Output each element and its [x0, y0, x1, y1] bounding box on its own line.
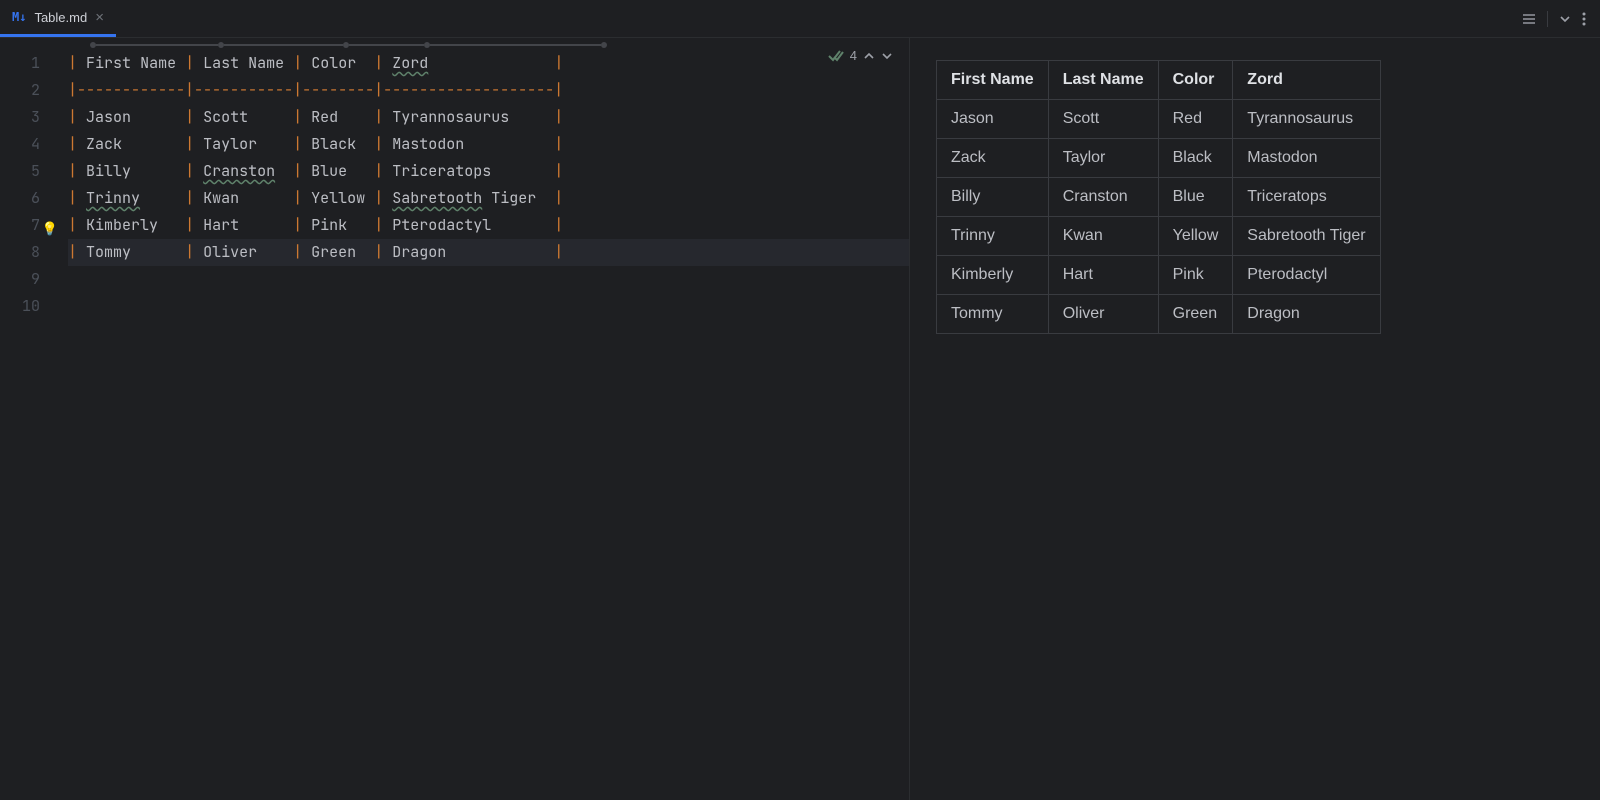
line-number: 3: [0, 104, 40, 131]
line-number: 2: [0, 77, 40, 104]
table-row: JasonScottRedTyrannosaurus: [937, 100, 1381, 139]
preview-table: First NameLast NameColorZord JasonScottR…: [936, 60, 1381, 334]
code-line[interactable]: | Kimberly | Hart | Pink | Pterodactyl |: [68, 212, 909, 239]
table-cell: Tommy: [937, 295, 1049, 334]
table-cell: Mastodon: [1233, 139, 1380, 178]
table-cell: Kimberly: [937, 256, 1049, 295]
tab-table-md[interactable]: M↓ Table.md ×: [0, 0, 116, 37]
line-number: 9: [0, 266, 40, 293]
editor-pane[interactable]: 4 1234567💡8910 | First Name | Last Name …: [0, 38, 910, 800]
table-row: TrinnyKwanYellowSabretooth Tiger: [937, 217, 1381, 256]
table-cell: Tyrannosaurus: [1233, 100, 1380, 139]
table-cell: Pterodactyl: [1233, 256, 1380, 295]
code-line[interactable]: | First Name | Last Name | Color | Zord …: [68, 50, 909, 77]
line-number: 5: [0, 158, 40, 185]
table-cell: Cranston: [1048, 178, 1158, 217]
table-cell: Billy: [937, 178, 1049, 217]
table-cell: Kwan: [1048, 217, 1158, 256]
table-header: Zord: [1233, 61, 1380, 100]
code-line[interactable]: | Jason | Scott | Red | Tyrannosaurus |: [68, 104, 909, 131]
code-line[interactable]: |------------|-----------|--------|-----…: [68, 77, 909, 104]
line-number: 7💡: [0, 212, 40, 239]
close-icon[interactable]: ×: [95, 10, 104, 25]
markdown-icon: M↓: [12, 10, 26, 24]
table-cell: Red: [1158, 100, 1233, 139]
line-number: 1: [0, 50, 40, 77]
table-row: KimberlyHartPinkPterodactyl: [937, 256, 1381, 295]
separator: [1547, 11, 1548, 27]
table-cell: Taylor: [1048, 139, 1158, 178]
code-line[interactable]: [68, 293, 909, 320]
table-cell: Zack: [937, 139, 1049, 178]
code-line[interactable]: | Tommy | Oliver | Green | Dragon |: [68, 239, 909, 266]
table-cell: Oliver: [1048, 295, 1158, 334]
code-content[interactable]: | First Name | Last Name | Color | Zord …: [58, 50, 909, 800]
ruler: [68, 38, 909, 50]
table-cell: Yellow: [1158, 217, 1233, 256]
table-cell: Black: [1158, 139, 1233, 178]
chevron-down-icon[interactable]: [1558, 12, 1572, 26]
code-line[interactable]: | Trinny | Kwan | Yellow | Sabretooth Ti…: [68, 185, 909, 212]
table-header: Last Name: [1048, 61, 1158, 100]
table-row: TommyOliverGreenDragon: [937, 295, 1381, 334]
table-cell: Dragon: [1233, 295, 1380, 334]
table-cell: Sabretooth Tiger: [1233, 217, 1380, 256]
gutter: 1234567💡8910: [0, 50, 58, 800]
more-icon[interactable]: [1582, 11, 1586, 27]
lightbulb-icon[interactable]: 💡: [42, 215, 58, 242]
tab-label: Table.md: [34, 10, 87, 25]
table-cell: Green: [1158, 295, 1233, 334]
line-number: 6: [0, 185, 40, 212]
table-header: First Name: [937, 61, 1049, 100]
table-cell: Jason: [937, 100, 1049, 139]
code-line[interactable]: | Billy | Cranston | Blue | Triceratops …: [68, 158, 909, 185]
table-cell: Trinny: [937, 217, 1049, 256]
editor-toolbar: [1507, 0, 1600, 37]
table-row: ZackTaylorBlackMastodon: [937, 139, 1381, 178]
preview-pane: First NameLast NameColorZord JasonScottR…: [910, 38, 1600, 800]
line-number: 8: [0, 239, 40, 266]
table-cell: Scott: [1048, 100, 1158, 139]
table-header: Color: [1158, 61, 1233, 100]
table-cell: Triceratops: [1233, 178, 1380, 217]
code-editor[interactable]: 1234567💡8910 | First Name | Last Name | …: [0, 50, 909, 800]
table-cell: Pink: [1158, 256, 1233, 295]
tab-bar: M↓ Table.md ×: [0, 0, 1600, 38]
code-line[interactable]: [68, 266, 909, 293]
table-row: BillyCranstonBlueTriceratops: [937, 178, 1381, 217]
line-number: 4: [0, 131, 40, 158]
table-cell: Hart: [1048, 256, 1158, 295]
line-number: 10: [0, 293, 40, 320]
code-line[interactable]: | Zack | Taylor | Black | Mastodon |: [68, 131, 909, 158]
options-icon[interactable]: [1521, 11, 1537, 27]
table-cell: Blue: [1158, 178, 1233, 217]
